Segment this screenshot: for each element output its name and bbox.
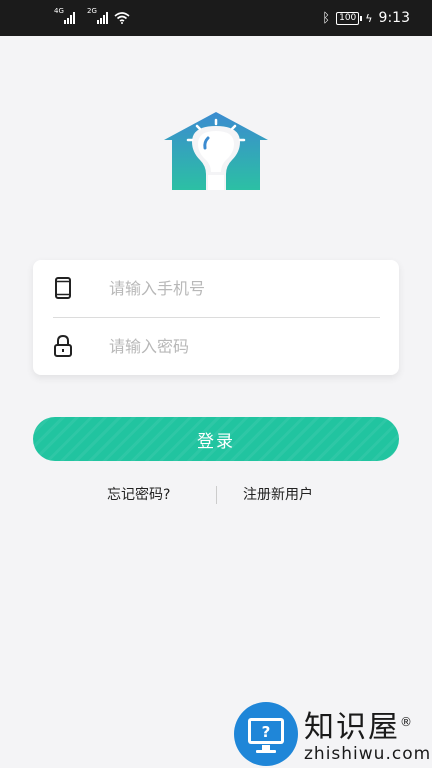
phone-field-row <box>33 260 399 316</box>
forgot-password-link[interactable]: 忘记密码? <box>107 484 170 506</box>
bluetooth-icon: ᛒ <box>322 10 331 26</box>
watermark: ? 知识屋® zhishiwu.com <box>234 700 432 768</box>
status-bar-right: ᛒ 100 ϟ 9:13 <box>322 10 410 26</box>
monitor-question-icon: ? <box>248 718 284 753</box>
login-button[interactable]: 登录 <box>33 417 399 461</box>
status-bar-left: 4G 2G <box>54 8 130 24</box>
auth-links: 忘记密码? 注册新用户 <box>0 484 432 506</box>
register-link[interactable]: 注册新用户 <box>243 484 313 506</box>
watermark-subtitle: zhishiwu.com <box>304 744 432 764</box>
watermark-logo: ? <box>234 702 298 766</box>
battery-level: 100 <box>339 13 357 23</box>
phone-icon <box>55 277 71 299</box>
signal-icon-2: 2G <box>87 8 108 24</box>
network-type-1: 4G <box>54 7 64 15</box>
lock-icon <box>54 335 72 357</box>
login-button-label: 登录 <box>197 431 235 452</box>
signal-icon: 4G <box>54 8 75 24</box>
phone-input[interactable] <box>109 278 369 298</box>
battery-icon: 100 <box>336 11 363 25</box>
status-time: 9:13 <box>378 10 410 26</box>
login-card <box>33 260 399 375</box>
svg-text:?: ? <box>262 723 271 741</box>
house-lightbulb-icon <box>164 112 268 190</box>
network-type-2: 2G <box>87 7 97 15</box>
password-field-row <box>33 318 399 374</box>
wifi-icon <box>114 12 130 24</box>
links-divider <box>216 486 217 504</box>
status-bar: 4G 2G ᛒ 100 ϟ 9:13 <box>0 0 432 36</box>
watermark-title: 知识屋® <box>304 710 414 745</box>
password-input[interactable] <box>109 336 369 356</box>
charging-icon: ϟ <box>365 11 373 25</box>
